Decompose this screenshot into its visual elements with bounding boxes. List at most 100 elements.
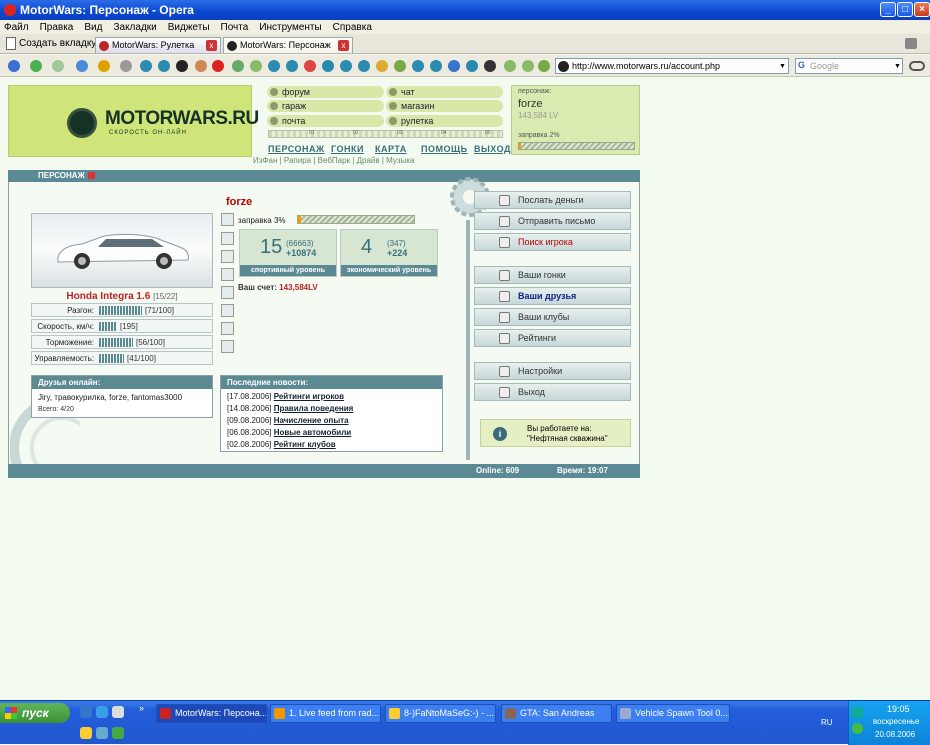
bookmark-icon[interactable] [358,60,370,72]
start-button[interactable]: пуск [0,703,70,723]
menu-link-chat[interactable]: чат [386,86,503,98]
menu-bookmarks[interactable]: Закладки [113,22,156,33]
nitro-icon[interactable] [221,340,234,353]
task-live-feed[interactable]: 1. Live feed from rad... [270,704,381,723]
menu-view[interactable]: Вид [84,22,102,33]
notepad-icon[interactable] [112,706,124,718]
maximize-button[interactable]: □ [897,2,913,17]
search-dropdown-icon[interactable]: ▼ [894,63,901,70]
engine-icon[interactable] [221,250,234,263]
nav-exit[interactable]: ВЫХОД [474,144,511,154]
bookmark-icon[interactable] [322,60,334,72]
bookmark-icon[interactable] [158,60,170,72]
task-chat[interactable]: 8-)FaNtoMaSeG:-) - ... [385,704,496,723]
minimize-button[interactable]: _ [880,2,896,17]
menu-link-mail[interactable]: почта [267,115,384,127]
new-tab-button[interactable]: Создать вкладку [6,37,96,50]
bookmark-icon[interactable] [504,60,516,72]
body-icon[interactable] [221,268,234,281]
menu-link-roulette[interactable]: рулетка [386,115,503,127]
player-icon[interactable] [112,727,124,739]
desktop-icon[interactable] [80,706,92,718]
close-tab-icon[interactable]: x [206,40,217,51]
nav-races[interactable]: ГОНКИ [331,144,364,154]
collapse-icon[interactable] [87,172,95,180]
forward-icon[interactable] [52,60,64,72]
ie-icon[interactable] [96,706,108,718]
nav-character[interactable]: ПЕРСОНАЖ [268,144,325,154]
pen-icon[interactable] [120,60,132,72]
yandex-icon[interactable] [212,60,224,72]
settings-button[interactable]: Настройки [474,362,631,380]
send-letter-button[interactable]: Отправить письмо [474,212,631,230]
bookmark-icon[interactable] [286,60,298,72]
seat-icon[interactable] [221,232,234,245]
find-player-button[interactable]: Поиск игрока [474,233,631,251]
my-clubs-button[interactable]: Ваши клубы [474,308,631,326]
site-logo[interactable]: MOTORWARS.RU СКОРОСТЬ ОН-ЛАЙН [8,85,259,157]
menu-link-garage[interactable]: гараж [267,100,384,112]
news-link[interactable]: Рейтинги игроков [274,392,344,401]
menu-widgets[interactable]: Виджеты [168,22,210,33]
wand-icon[interactable] [98,60,110,72]
search-input[interactable]: G Google [795,58,903,74]
tab-character[interactable]: MotorWars: Персонаж x [223,37,353,53]
address-bar[interactable]: http://www.motorwars.ru/account.php [555,58,789,74]
glasses-icon[interactable] [909,61,925,71]
ratings-button[interactable]: Рейтинги [474,329,631,347]
bookmark-icon[interactable] [430,60,442,72]
news-link[interactable]: Правила поведения [274,404,354,413]
bookmark-icon[interactable] [304,60,316,72]
suspension-icon[interactable] [221,304,234,317]
bookmark-icon[interactable] [484,60,496,72]
nav-map[interactable]: КАРТА [375,144,407,154]
friends-list[interactable]: Jiry, травокурилка, forze, fantomas3000 [38,393,182,402]
folder-icon[interactable] [80,727,92,739]
bookmark-icon[interactable] [522,60,534,72]
news-link[interactable]: Начисление опыта [274,416,349,425]
my-races-button[interactable]: Ваши гонки [474,266,631,284]
my-friends-button[interactable]: Ваши друзья [474,287,631,305]
nav-help[interactable]: ПОМОЩЬ [421,144,468,154]
back-arrow-icon[interactable] [30,60,42,72]
send-money-button[interactable]: Послать деньги [474,191,631,209]
bookmark-icon[interactable] [538,60,550,72]
gearbox-icon[interactable] [221,322,234,335]
bookmark-icon[interactable] [340,60,352,72]
network-icon[interactable] [852,707,863,718]
messenger-icon[interactable] [96,727,108,739]
tray-clock[interactable]: 19:05 [887,704,910,714]
menu-link-shop[interactable]: магазин [386,100,503,112]
bookmark-icon[interactable] [140,60,152,72]
close-button[interactable]: × [914,2,930,17]
back-icon[interactable] [8,60,20,72]
trash-icon[interactable] [905,38,917,49]
language-indicator[interactable]: RU [821,718,833,727]
tab-roulette[interactable]: MotorWars: Рулетка x [95,37,221,53]
wheel-icon[interactable] [221,286,234,299]
bookmark-icon[interactable] [250,60,262,72]
menu-help[interactable]: Справка [333,22,372,33]
quicklaunch-chevron-icon[interactable]: » [139,703,144,713]
tuning-icon[interactable] [221,213,234,226]
messenger-status-icon[interactable] [852,723,863,734]
bookmark-icon[interactable] [232,60,244,72]
bookmark-icon[interactable] [268,60,280,72]
bookmark-icon[interactable] [394,60,406,72]
news-link[interactable]: Рейтинг клубов [274,440,336,449]
logout-button[interactable]: Выход [474,383,631,401]
address-dropdown-icon[interactable]: ▼ [779,63,786,70]
bookmark-icon[interactable] [376,60,388,72]
menu-mail[interactable]: Почта [221,22,249,33]
menu-link-forum[interactable]: форум [267,86,384,98]
bookmark-icon[interactable] [448,60,460,72]
motorwars-icon[interactable] [176,60,188,72]
task-vehicle-spawn[interactable]: Vehicle Spawn Tool 0.... [616,704,730,723]
menu-edit[interactable]: Правка [40,22,74,33]
partner-links[interactable]: ИзФан | Рапира | ВебПарк | Драйв | Музык… [253,156,414,165]
menu-file[interactable]: Файл [4,22,29,33]
bookmark-icon[interactable] [412,60,424,72]
bookmark-icon[interactable] [466,60,478,72]
task-motorwars[interactable]: MotorWars: Персона... [156,704,267,723]
bookmark-icon[interactable] [195,60,207,72]
